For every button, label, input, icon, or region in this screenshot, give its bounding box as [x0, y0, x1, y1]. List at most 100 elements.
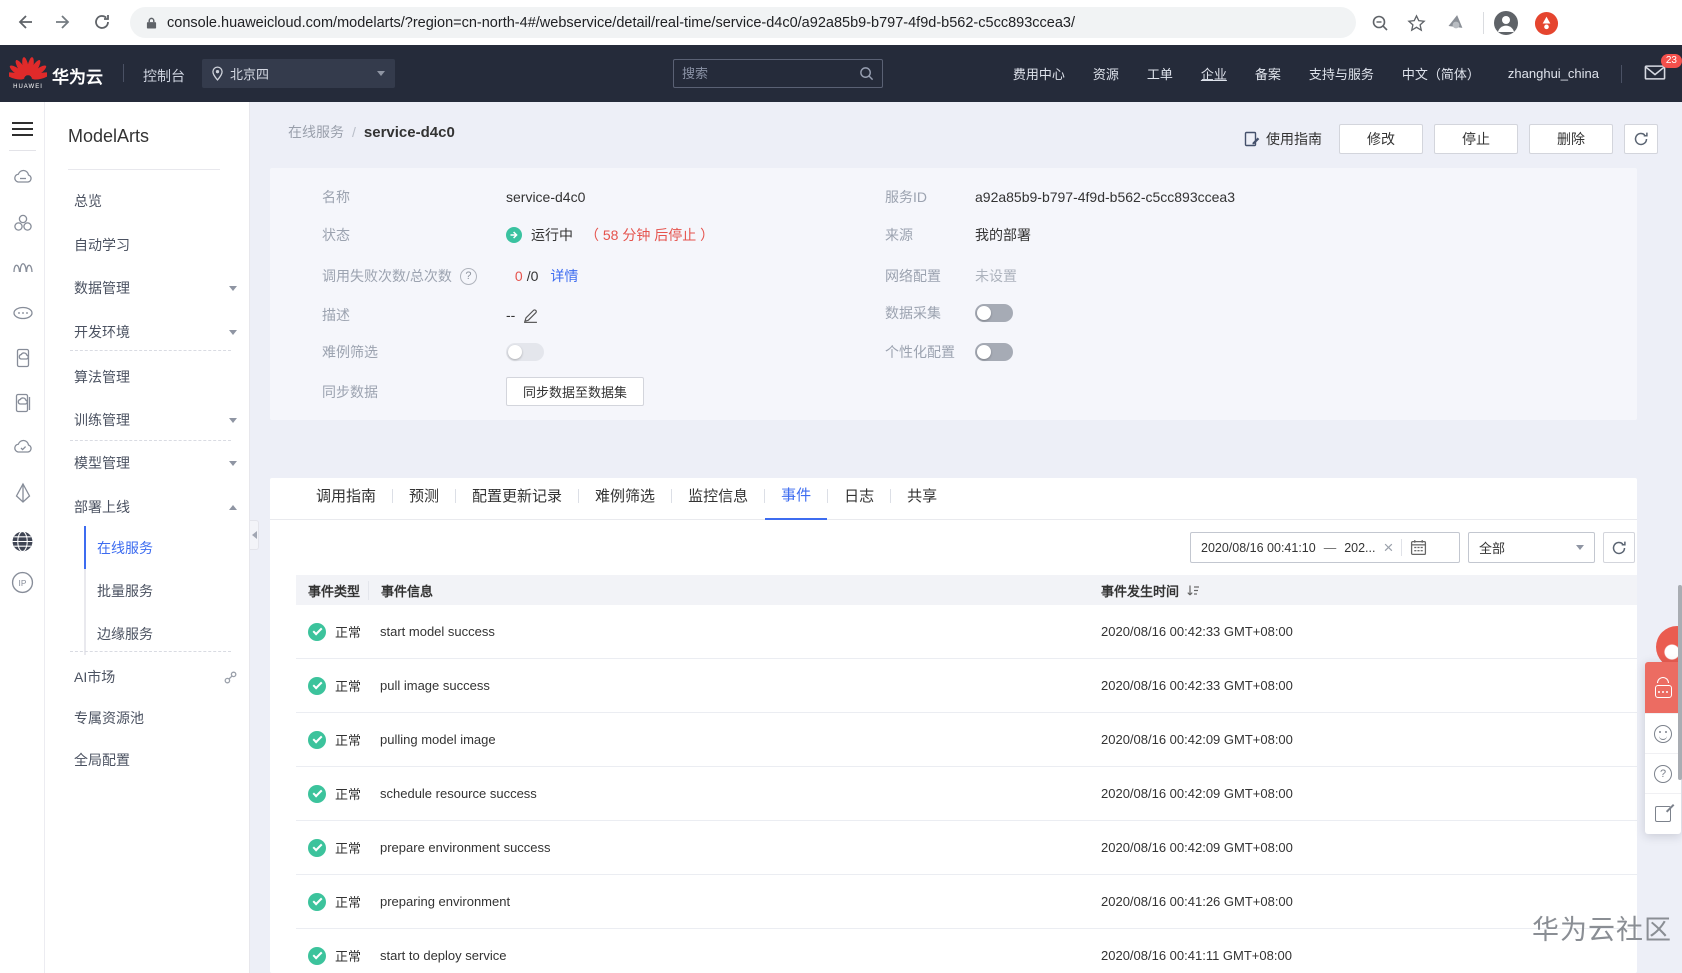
success-check-icon — [308, 730, 326, 749]
tab-bar: 调用指南 预测 配置更新记录 难例筛选 监控信息 事件 日志 共享 — [270, 478, 1637, 520]
algorithm-management-icon[interactable] — [11, 346, 34, 369]
stop-button[interactable]: 停止 — [1434, 124, 1518, 154]
tab-prediction[interactable]: 预测 — [393, 485, 455, 519]
tab-usage-guide[interactable]: 调用指南 — [300, 485, 392, 519]
sidebar-item-dev-environment[interactable]: 开发环境 — [74, 322, 237, 342]
custom-config-toggle[interactable] — [975, 343, 1013, 361]
ip-pool-icon[interactable]: IP — [11, 571, 34, 594]
dashed-divider — [70, 350, 231, 351]
rail-divider — [9, 150, 36, 151]
sidebar-subitem-batch-services[interactable]: 批量服务 — [84, 569, 234, 612]
ai-market-icon[interactable] — [11, 530, 34, 553]
menu-icon[interactable] — [12, 122, 33, 140]
sidebar-item-dedicated-resource-pool[interactable]: 专属资源池 — [74, 708, 237, 728]
search-input[interactable] — [682, 66, 859, 81]
tab-config-updates[interactable]: 配置更新记录 — [456, 485, 578, 519]
sidebar-item-model-management[interactable]: 模型管理 — [74, 453, 237, 473]
overview-icon[interactable] — [11, 166, 34, 189]
profile-avatar[interactable] — [1492, 9, 1520, 37]
usage-guide-link[interactable]: 使用指南 — [1244, 129, 1322, 149]
training-management-icon[interactable] — [11, 391, 34, 414]
event-time: 2020/08/16 00:42:09 GMT+08:00 — [1101, 732, 1293, 747]
calls-details-link[interactable]: 详情 — [550, 266, 578, 286]
hard-example-toggle[interactable] — [506, 343, 544, 361]
deployment-icon[interactable] — [11, 481, 34, 504]
tab-hard-examples[interactable]: 难例筛选 — [579, 485, 671, 519]
region-selector[interactable]: 北京四 — [202, 59, 395, 88]
sidebar-collapse-handle[interactable] — [250, 520, 259, 550]
model-management-icon[interactable] — [11, 436, 34, 459]
address-bar[interactable]: console.huaweicloud.com/modelarts/?regio… — [130, 7, 1356, 38]
survey-button[interactable] — [1645, 794, 1681, 834]
external-link-icon — [224, 671, 237, 684]
brand-name[interactable]: 华为云 — [52, 63, 103, 88]
nav-enterprise[interactable]: 企业 — [1201, 64, 1227, 83]
refresh-button[interactable] — [1624, 124, 1658, 154]
help-button[interactable] — [1645, 754, 1681, 794]
refresh-events-button[interactable] — [1603, 532, 1635, 563]
breadcrumb-real-time-services[interactable]: 在线服务 — [288, 122, 344, 142]
event-message: preparing environment — [380, 894, 511, 909]
detail-row-description: 描述 -- — [322, 305, 538, 325]
nav-resources[interactable]: 资源 — [1093, 64, 1119, 83]
back-icon[interactable] — [10, 8, 38, 36]
feedback-smiley-button[interactable] — [1645, 714, 1681, 754]
calendar-icon[interactable] — [1410, 539, 1427, 556]
detail-row-data-collection: 数据采集 — [885, 303, 1013, 323]
sync-data-button[interactable]: 同步数据至数据集 — [506, 377, 645, 406]
chat-support-button[interactable] — [1645, 662, 1681, 714]
header-search[interactable] — [673, 59, 883, 88]
edit-description-icon[interactable] — [523, 308, 538, 323]
sidebar-item-ai-market[interactable]: AI市场 — [74, 667, 237, 687]
event-row: 正常 schedule resource success 2020/08/16 … — [296, 767, 1637, 821]
forward-icon[interactable] — [50, 8, 78, 36]
extension-icon[interactable] — [1442, 9, 1470, 37]
tab-monitoring[interactable]: 监控信息 — [672, 485, 764, 519]
total-calls-value: /0 — [526, 268, 539, 284]
reload-icon[interactable] — [88, 8, 116, 36]
sidebar-item-data-management[interactable]: 数据管理 — [74, 278, 237, 298]
sidebar-item-overview[interactable]: 总览 — [74, 191, 237, 211]
page-actions: 使用指南 修改 停止 删除 — [1244, 124, 1658, 154]
bookmark-star-icon[interactable] — [1402, 9, 1430, 37]
tab-events[interactable]: 事件 — [765, 484, 828, 520]
tab-logs[interactable]: 日志 — [828, 485, 890, 519]
console-link[interactable]: 控制台 — [143, 66, 185, 86]
sidebar-subitem-edge-services[interactable]: 边缘服务 — [84, 612, 234, 655]
zoom-icon[interactable] — [1366, 9, 1394, 37]
username[interactable]: zhanghui_china — [1508, 66, 1599, 81]
sidebar-item-auto-learning[interactable]: 自动学习 — [74, 235, 237, 255]
sidebar-subitem-real-time-services[interactable]: 在线服务 — [84, 526, 234, 569]
chevron-down-icon — [229, 417, 237, 423]
event-time: 2020/08/16 00:42:33 GMT+08:00 — [1101, 624, 1293, 639]
data-collection-toggle[interactable] — [975, 304, 1013, 322]
data-management-icon[interactable] — [11, 255, 34, 278]
date-range-input[interactable]: 2020/08/16 00:41:10 — 202... — [1190, 532, 1460, 563]
nav-tickets[interactable]: 工单 — [1147, 64, 1173, 83]
nav-support[interactable]: 支持与服务 — [1309, 64, 1374, 83]
sidebar-item-training-management[interactable]: 训练管理 — [74, 410, 237, 430]
extension-red-icon[interactable] — [1532, 9, 1560, 37]
delete-button[interactable]: 删除 — [1529, 124, 1613, 154]
nav-icp[interactable]: 备案 — [1255, 64, 1281, 83]
auto-learning-icon[interactable] — [11, 211, 34, 234]
nav-language[interactable]: 中文（简体） — [1402, 64, 1480, 83]
window-scrollbar[interactable] — [1678, 585, 1682, 780]
modify-button[interactable]: 修改 — [1339, 124, 1423, 154]
help-icon[interactable] — [459, 267, 477, 285]
message-count-badge: 23 — [1660, 53, 1682, 68]
dev-environment-icon[interactable] — [11, 301, 34, 324]
sidebar-item-algorithm-management[interactable]: 算法管理 — [74, 367, 237, 387]
event-time: 2020/08/16 00:42:09 GMT+08:00 — [1101, 840, 1293, 855]
search-icon[interactable] — [859, 66, 874, 81]
tab-sharing[interactable]: 共享 — [891, 485, 953, 519]
nav-billing[interactable]: 费用中心 — [1013, 64, 1065, 83]
sidebar-item-global-config[interactable]: 全局配置 — [74, 750, 237, 770]
sort-icon[interactable] — [1186, 584, 1200, 597]
event-type-select[interactable]: 全部 — [1468, 532, 1595, 563]
messages-button[interactable]: 23 — [1644, 53, 1682, 84]
sidebar-item-deployment[interactable]: 部署上线 — [74, 497, 237, 517]
sidebar-title: ModelArts — [68, 126, 150, 146]
clear-date-icon[interactable] — [1383, 539, 1393, 556]
huawei-logo-icon[interactable]: HUAWEI — [6, 54, 50, 90]
